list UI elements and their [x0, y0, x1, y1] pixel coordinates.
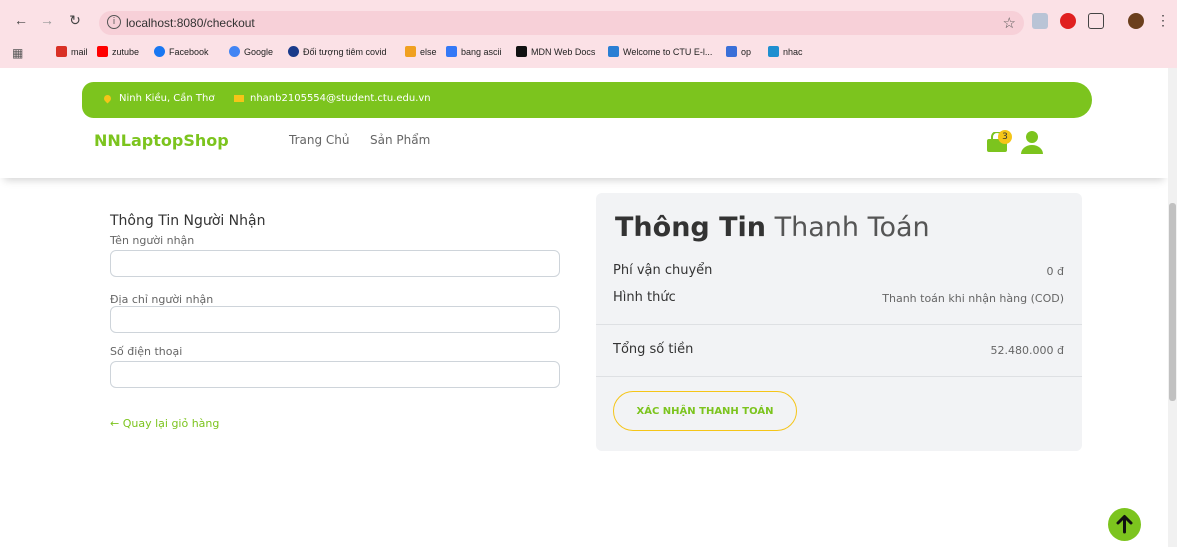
payment-title-bold: Thông Tin: [615, 212, 767, 243]
envelope-icon: [234, 95, 244, 102]
bookmark-item[interactable]: bang ascii: [446, 46, 502, 57]
bookmark-item[interactable]: Facebook: [154, 46, 209, 57]
payment-title: Thông Tin Thanh Toán: [615, 212, 930, 243]
bookmark-label: op: [741, 46, 752, 57]
location-text: Ninh Kiều, Cần Thơ: [119, 93, 215, 104]
location-pin-icon: [102, 93, 113, 104]
payment-method-label: Hình thức: [613, 290, 676, 305]
bookmark-label: Google: [244, 46, 274, 57]
google-icon: [229, 46, 240, 57]
bookmark-item[interactable]: zutube: [97, 46, 139, 57]
bookmark-star-icon[interactable]: ☆: [1003, 14, 1016, 32]
divider: [596, 376, 1082, 377]
reload-icon[interactable]: ↻: [66, 12, 84, 29]
bookmark-label: zutube: [112, 46, 140, 57]
bookmark-item[interactable]: else: [405, 46, 437, 57]
receiver-address-input[interactable]: [110, 306, 560, 333]
cart-count-badge: 3: [998, 130, 1012, 144]
back-link-text: Quay lại giỏ hàng: [122, 417, 220, 430]
phone-input[interactable]: [110, 361, 560, 388]
op-site-icon: [726, 46, 737, 57]
mdn-icon: [516, 46, 527, 57]
profile-avatar[interactable]: [1128, 13, 1144, 29]
bookmark-item[interactable]: Welcome to CTU E-l...: [608, 46, 712, 57]
bookmark-item[interactable]: mail: [56, 46, 88, 57]
gmail-icon: [56, 46, 67, 57]
bookmark-item[interactable]: nhac: [768, 46, 803, 57]
divider: [596, 324, 1082, 325]
youtube-icon: [97, 46, 108, 57]
receiver-name-label: Tên người nhận: [110, 234, 195, 247]
scrollbar-thumb[interactable]: [1169, 203, 1176, 401]
bookmark-label: else: [420, 46, 437, 57]
page: Ninh Kiều, Cần Thơ nhanb2105554@student.…: [0, 68, 1168, 547]
bookmark-label: MDN Web Docs: [531, 46, 596, 57]
else-site-icon: [405, 46, 416, 57]
url-text: localhost:8080/checkout: [126, 16, 255, 30]
shipping-fee-label: Phí vận chuyển: [613, 263, 713, 278]
back-arrow-icon[interactable]: ←: [12, 12, 30, 28]
confirm-payment-button[interactable]: XÁC NHẬN THANH TOÁN: [613, 391, 797, 431]
scroll-to-top-button[interactable]: [1108, 508, 1141, 541]
bookmark-label: Facebook: [169, 46, 209, 57]
ascii-site-icon: [446, 46, 457, 57]
ctu-site-icon: [608, 46, 619, 57]
forward-arrow-icon[interactable]: →: [38, 12, 56, 28]
back-to-cart-link[interactable]: ← Quay lại giỏ hàng: [110, 417, 219, 430]
address-row: ← → ↻ i localhost:8080/checkout ☆ ⋮: [0, 8, 1177, 38]
email-text: nhanb2105554@student.ctu.edu.vn: [250, 93, 431, 104]
total-label: Tổng số tiền: [613, 342, 694, 357]
apps-grid-icon[interactable]: ▦: [12, 46, 23, 60]
nhac-site-icon: [768, 46, 779, 57]
info-icon[interactable]: i: [107, 15, 121, 29]
payment-title-light: Thanh Toán: [774, 212, 930, 243]
bookmarks-bar: ▦ mail zutube Facebook Google Đối tượng …: [0, 43, 1177, 63]
opera-extension-icon[interactable]: [1060, 13, 1076, 29]
receiver-name-input[interactable]: [110, 250, 560, 277]
bookmark-label: mail: [71, 46, 88, 57]
browser-chrome: ← → ↻ i localhost:8080/checkout ☆ ⋮ ▦ ma…: [0, 0, 1177, 68]
payment-method-value: Thanh toán khi nhận hàng (COD): [882, 292, 1064, 305]
shipping-fee-value: 0 đ: [1046, 265, 1064, 278]
phone-label: Số điện thoại: [110, 345, 183, 358]
bookmark-item[interactable]: op: [726, 46, 751, 57]
nav-home[interactable]: Trang Chủ: [289, 133, 349, 147]
bookmark-label: Welcome to CTU E-l...: [623, 46, 713, 57]
extensions-puzzle-icon[interactable]: [1088, 13, 1104, 29]
email-item[interactable]: nhanb2105554@student.ctu.edu.vn: [234, 93, 431, 104]
user-account-button[interactable]: [1020, 130, 1044, 154]
bookmark-label: nhac: [783, 46, 803, 57]
location-item: Ninh Kiều, Cần Thơ: [102, 93, 215, 104]
site-logo[interactable]: NNLaptopShop: [94, 131, 229, 150]
facebook-icon: [154, 46, 165, 57]
contact-topbar: Ninh Kiều, Cần Thơ nhanb2105554@student.…: [82, 82, 1092, 118]
bookmark-item[interactable]: Google: [229, 46, 273, 57]
user-icon: [1021, 131, 1043, 154]
extension-icon[interactable]: [1032, 13, 1048, 29]
cart-button[interactable]: 3: [986, 130, 1012, 154]
covid-site-icon: [288, 46, 299, 57]
receiver-info-title: Thông Tin Người Nhận: [110, 213, 266, 229]
arrow-left-icon: ←: [110, 417, 123, 430]
bookmark-item[interactable]: Đối tượng tiêm covid: [288, 46, 386, 57]
payment-summary-panel: Thông Tin Thanh Toán Phí vận chuyển 0 đ …: [596, 193, 1082, 451]
page-scrollbar[interactable]: [1168, 68, 1177, 547]
bookmark-item[interactable]: MDN Web Docs: [516, 46, 595, 57]
address-bar[interactable]: i localhost:8080/checkout ☆: [99, 11, 1024, 35]
nav-products[interactable]: Sản Phẩm: [370, 133, 430, 147]
menu-dots-icon[interactable]: ⋮: [1154, 12, 1172, 29]
site-header: NNLaptopShop Trang Chủ Sản Phẩm 3: [0, 118, 1168, 178]
total-value: 52.480.000 đ: [990, 344, 1064, 357]
bookmark-label: bang ascii: [461, 46, 502, 57]
arrow-up-icon: [1116, 515, 1133, 534]
bookmark-label: Đối tượng tiêm covid: [303, 46, 387, 57]
receiver-address-label: Địa chỉ người nhận: [110, 293, 214, 306]
